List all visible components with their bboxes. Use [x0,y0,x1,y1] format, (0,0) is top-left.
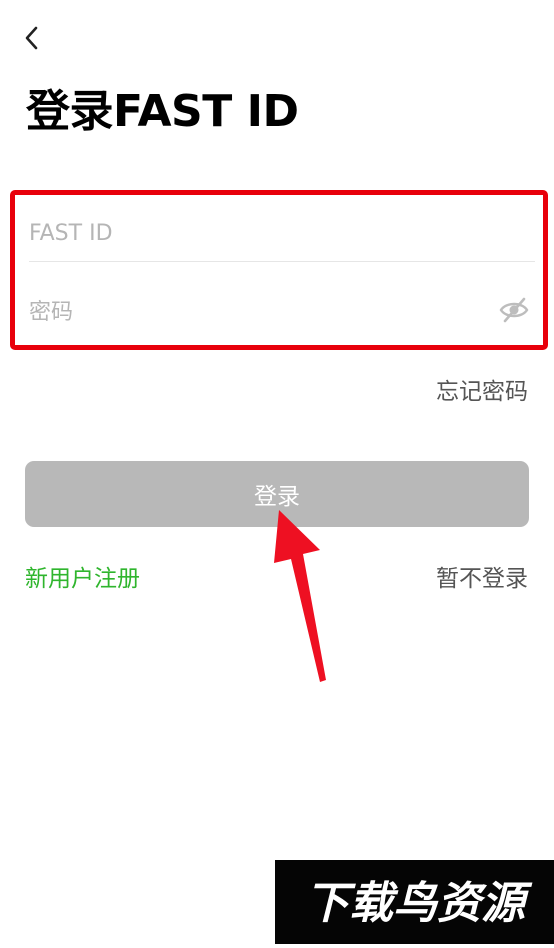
watermark-logo: 下载鸟资源 [275,860,554,944]
annotation-arrow [274,510,326,682]
forgot-password-link[interactable]: 忘记密码 [436,372,528,406]
login-fields-highlight [10,190,548,350]
skip-login-link[interactable]: 暂不登录 [436,559,528,593]
register-link[interactable]: 新用户注册 [25,559,140,593]
password-input[interactable] [29,277,499,347]
chevron-left-icon [25,26,38,50]
password-visibility-toggle[interactable] [499,295,529,325]
login-button[interactable]: 登录 [25,461,529,527]
back-button[interactable] [14,20,50,56]
svg-text:下载鸟资源: 下载鸟资源 [305,878,533,929]
page-title: 登录FAST ID [26,86,299,137]
field-divider [29,261,535,262]
fast-id-input[interactable] [29,198,535,268]
eye-off-icon [499,297,529,323]
